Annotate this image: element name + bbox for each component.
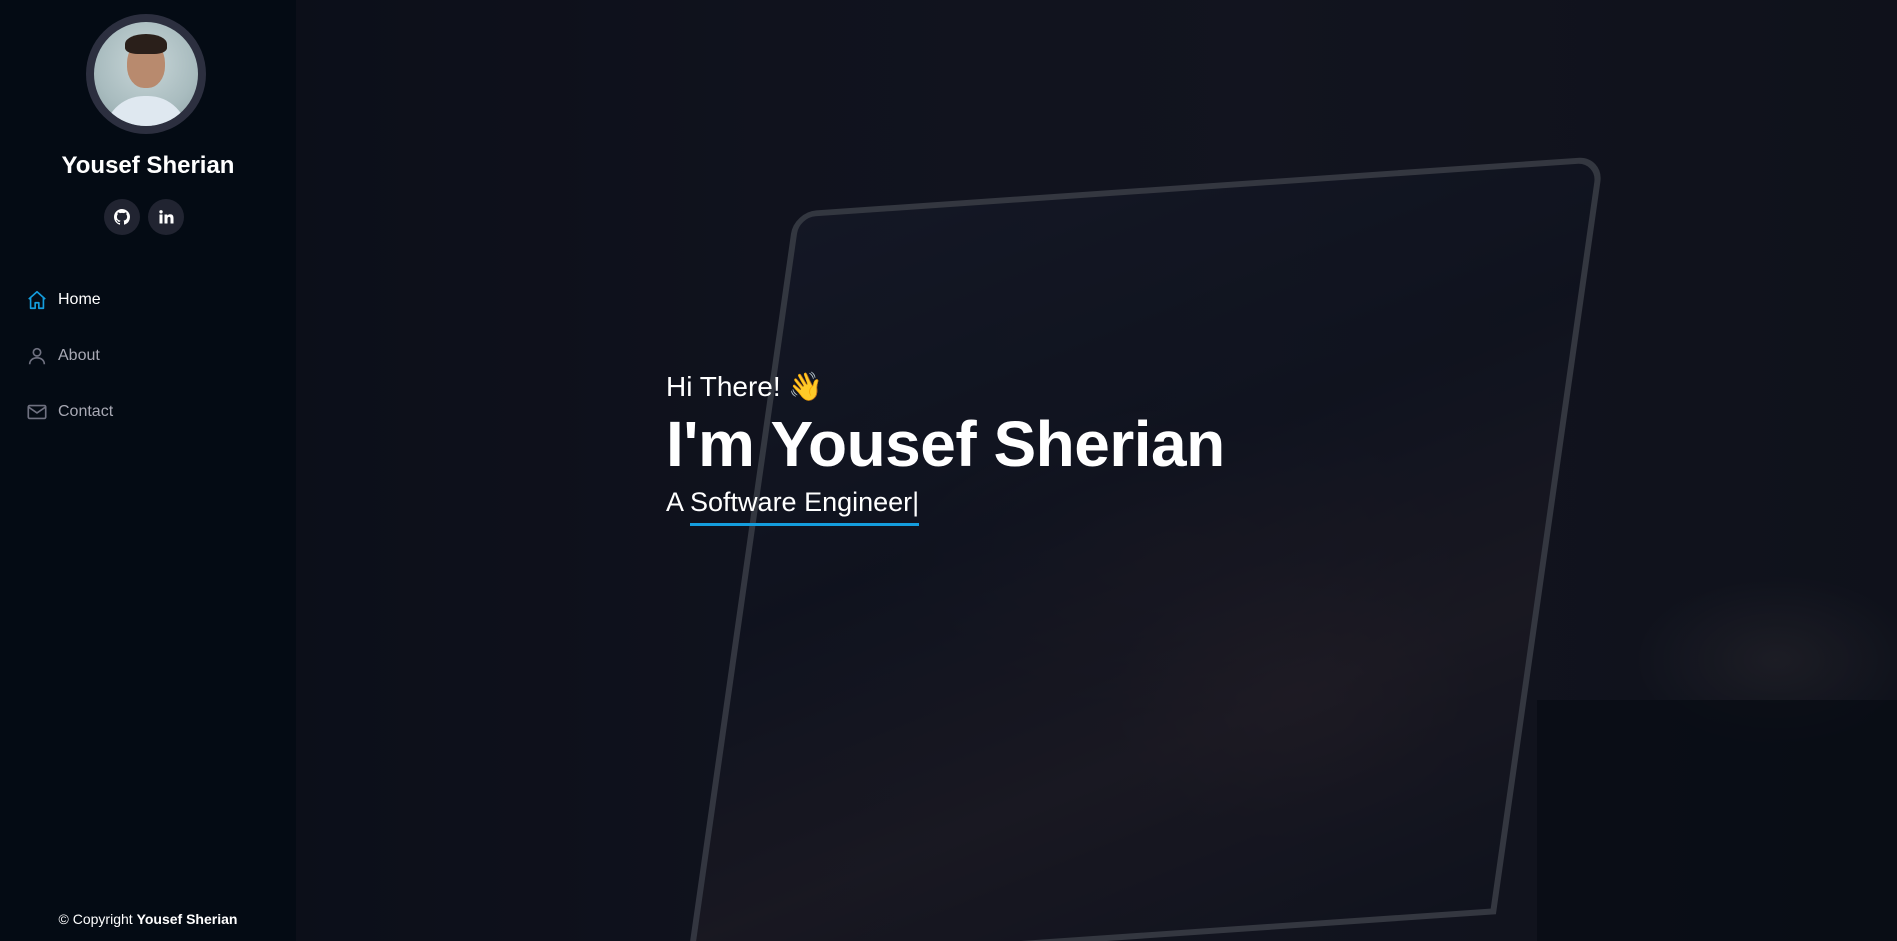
profile-name: Yousef Sherian [61,152,235,179]
nav-item-about[interactable]: About [26,328,113,384]
sidebar: Yousef Sherian Home About Contact © Copy… [0,0,296,941]
hero-section: Hi There! 👋 I'm Yousef Sherian A Softwar… [296,0,1897,941]
nav-item-contact[interactable]: Contact [26,384,113,440]
copyright: © Copyright Yousef Sherian [0,911,296,927]
envelope-icon [27,404,47,420]
hero-greeting: Hi There! 👋 [666,371,824,402]
github-link[interactable] [104,199,140,235]
hero-text: Hi There! 👋 I'm Yousef Sherian A Softwar… [666,370,1225,526]
linkedin-icon [159,210,174,224]
nav-label-home: Home [58,291,101,308]
social-links [104,199,184,235]
copyright-name: Yousef Sherian [136,911,238,927]
github-icon [114,209,130,225]
avatar [86,14,206,134]
hero-role: A Software Engineer| [666,487,920,526]
nav-label-contact: Contact [58,403,114,420]
hero-headline: I'm Yousef Sherian [666,408,1225,480]
copyright-prefix: © Copyright [58,911,133,927]
linkedin-link[interactable] [148,199,184,235]
nav-item-home[interactable]: Home [26,272,113,328]
profile-photo [94,22,198,126]
nav-label-about: About [58,347,100,364]
typing-cursor: | [912,487,920,517]
hero-role-text: A Software Engineer [666,487,913,517]
main-nav: Home About Contact [26,272,113,440]
person-icon [28,347,46,365]
home-icon [28,290,46,310]
